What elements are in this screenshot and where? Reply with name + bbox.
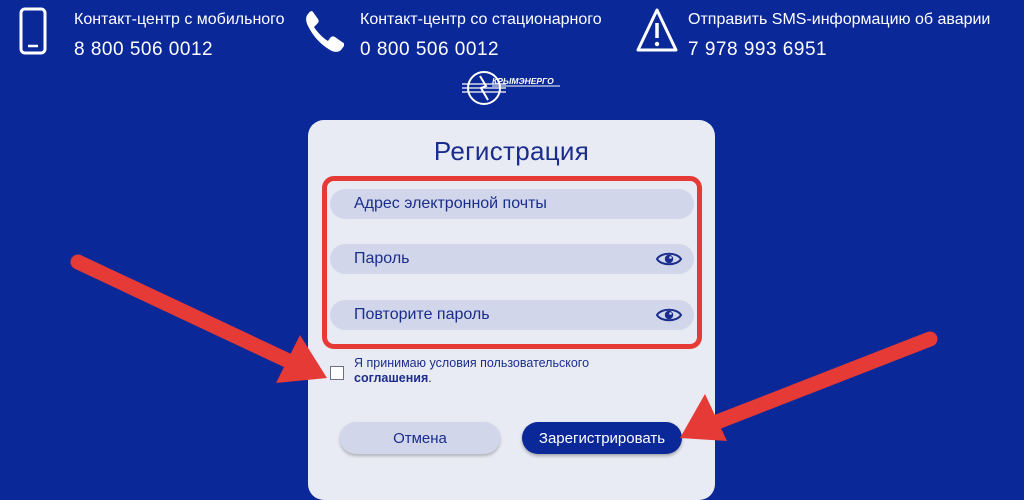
cancel-button[interactable]: Отмена bbox=[340, 422, 500, 454]
left-arrow-icon bbox=[70, 254, 327, 383]
agreement-label: Я принимаю условия пользовательского bbox=[354, 356, 590, 370]
email-field[interactable] bbox=[330, 189, 694, 219]
mobile-phone-icon bbox=[19, 7, 47, 55]
right-arrow-icon bbox=[680, 331, 938, 441]
agreement-text: Я принимаю условия пользовательского сог… bbox=[354, 356, 644, 386]
email-input[interactable] bbox=[352, 194, 682, 214]
contact-title: Контакт-центр со стационарного bbox=[360, 11, 602, 28]
password-repeat-field[interactable] bbox=[330, 300, 694, 330]
landline-phone-icon bbox=[306, 10, 344, 52]
agreement-row: Я принимаю условия пользовательского сог… bbox=[330, 356, 644, 386]
contact-phone[interactable]: 0 800 506 0012 bbox=[360, 38, 602, 62]
page-title: Регистрация bbox=[433, 136, 590, 166]
eye-icon[interactable] bbox=[656, 306, 682, 324]
register-button[interactable]: Зарегистрировать bbox=[522, 422, 682, 454]
agreement-checkbox[interactable] bbox=[330, 366, 344, 380]
contact-phone[interactable]: 7 978 993 6951 bbox=[688, 38, 990, 62]
registration-card: Регистрация Я принимаю условия пользоват… bbox=[308, 120, 715, 500]
contact-mobile: Контакт-центр с мобильного 8 800 506 001… bbox=[12, 6, 285, 62]
password-field[interactable] bbox=[330, 244, 694, 274]
contact-title: Отправить SMS-информацию об аварии bbox=[688, 11, 991, 28]
contact-title: Контакт-центр с мобильного bbox=[74, 11, 285, 28]
agreement-link[interactable]: соглашения bbox=[354, 371, 428, 385]
logo-text: КРЫМЭНЕРГО bbox=[492, 76, 554, 86]
contact-phone[interactable]: 8 800 506 0012 bbox=[74, 38, 285, 62]
eye-icon[interactable] bbox=[656, 250, 682, 268]
contact-landline: Контакт-центр со стационарного 0 800 506… bbox=[302, 6, 602, 62]
password-input[interactable] bbox=[352, 249, 656, 269]
agreement-period: . bbox=[428, 371, 432, 385]
password-repeat-input[interactable] bbox=[352, 305, 656, 325]
contact-sms: Отправить SMS-информацию об аварии 7 978… bbox=[636, 6, 990, 62]
krymenergo-logo[interactable]: КРЫМЭНЕРГО bbox=[458, 70, 562, 106]
warning-triangle-icon bbox=[636, 8, 678, 52]
